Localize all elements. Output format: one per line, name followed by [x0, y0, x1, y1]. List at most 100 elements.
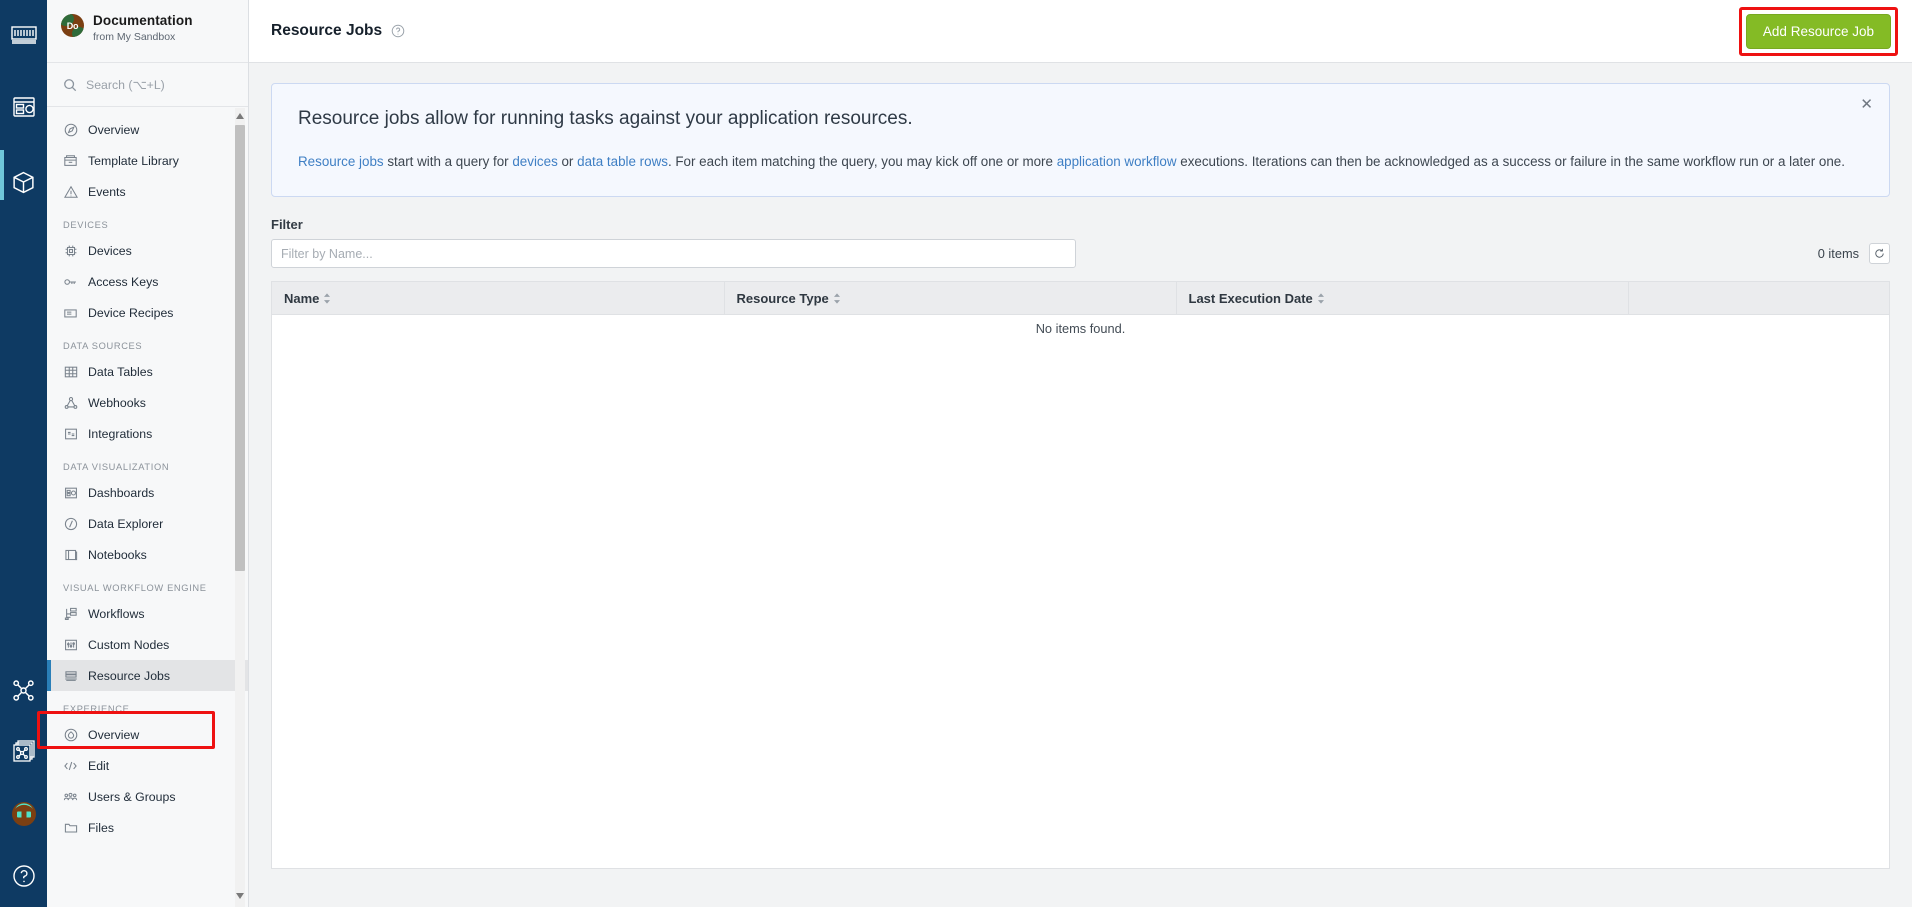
sidebar-section-data-sources: DATA SOURCES [63, 341, 143, 351]
column-header-resource-type[interactable]: Resource Type [724, 281, 1177, 315]
help-circle-icon[interactable] [391, 24, 405, 38]
sidebar-item-label: Overview [88, 122, 140, 137]
sidebar-item-label: Workflows [88, 606, 145, 621]
stacked-nodes-rail-icon[interactable] [0, 721, 47, 783]
sidebar-item-integrations[interactable]: Integrations [47, 418, 248, 449]
sidebar-item-access-keys[interactable]: Access Keys [47, 266, 248, 297]
data-explorer-compass-icon [63, 516, 78, 531]
sidebar-scrollbar-thumb[interactable] [235, 125, 245, 571]
add-button-highlight-annotation: Add Resource Job [1738, 6, 1898, 56]
files-folder-icon [63, 820, 78, 835]
scroll-up-arrow-icon[interactable] [235, 110, 245, 122]
sidebar-item-overview[interactable]: Overview [47, 114, 248, 145]
sidebar-item-label: Webhooks [88, 395, 146, 410]
sidebar-item-label: Device Recipes [88, 305, 174, 320]
sidebar-item-data-explorer[interactable]: Data Explorer [47, 508, 248, 539]
sidebar-section-data-visualization: DATA VISUALIZATION [63, 462, 170, 472]
cube-rail-icon[interactable] [0, 144, 47, 220]
sidebar-item-data-tables[interactable]: Data Tables [47, 356, 248, 387]
sidebar-item-label: Notebooks [88, 547, 147, 562]
banner-heading: Resource jobs allow for running tasks ag… [298, 108, 913, 129]
column-header-last-execution-date[interactable]: Last Execution Date [1176, 281, 1629, 315]
data-table-rows-link[interactable]: data table rows [577, 154, 668, 169]
sidebar-item-files[interactable]: Files [47, 812, 248, 843]
sidebar-nav: Overview Template Library Events DEVICES [47, 108, 248, 907]
page-title: Resource Jobs [271, 22, 383, 39]
resource-jobs-table-card: Name Resource Type Last Execution Date N… [271, 281, 1890, 869]
help-rail-icon[interactable] [0, 845, 47, 907]
sidebar-item-label: Devices [88, 243, 132, 258]
sidebar-item-webhooks[interactable]: Webhooks [47, 387, 248, 418]
table-body: No items found. [272, 315, 1889, 345]
resource-jobs-icon [63, 668, 78, 683]
info-banner: ✕ Resource jobs allow for running tasks … [271, 83, 1890, 197]
sidebar-item-label: Edit [88, 758, 110, 773]
page-content: ✕ Resource jobs allow for running tasks … [249, 63, 1912, 869]
sidebar-search[interactable]: Search (⌥+L) [47, 63, 248, 107]
application-workflow-link[interactable]: application workflow [1057, 154, 1177, 169]
table-empty-row: No items found. [272, 315, 1889, 345]
sidebar-item-edit[interactable]: Edit [47, 750, 248, 781]
sidebar-section-experience: EXPERIENCE [63, 704, 130, 714]
sidebar-item-device-recipes[interactable]: Device Recipes [47, 297, 248, 328]
custom-nodes-icon [63, 637, 78, 652]
app-sidebar: Do Documentation from My Sandbox Search … [47, 0, 249, 907]
access-keys-icon [63, 274, 78, 289]
overview-icon [63, 122, 78, 137]
sidebar-item-users-groups[interactable]: Users & Groups [47, 781, 248, 812]
edit-code-icon [63, 758, 78, 773]
avatar-initials: Do [66, 20, 79, 31]
integrations-icon [63, 426, 78, 441]
experience-overview-icon [63, 727, 78, 742]
template-library-icon [63, 153, 78, 168]
app-header[interactable]: Do Documentation from My Sandbox [47, 0, 248, 63]
users-groups-icon [63, 789, 78, 804]
sidebar-item-workflows[interactable]: Workflows [47, 598, 248, 629]
device-chip-icon [63, 243, 78, 258]
close-icon[interactable]: ✕ [1860, 97, 1873, 112]
dashboards-icon [63, 485, 78, 500]
sidebar-item-label: Files [88, 820, 114, 835]
sidebar-item-custom-nodes[interactable]: Custom Nodes [47, 629, 248, 660]
filter-row: 0 items [271, 239, 1890, 268]
sidebar-item-template-library[interactable]: Template Library [47, 145, 248, 176]
app-avatar: Do [61, 14, 84, 37]
column-header-name[interactable]: Name [272, 281, 725, 315]
filter-input[interactable] [271, 239, 1076, 268]
devices-link[interactable]: devices [512, 154, 557, 169]
dashboard-rail-icon[interactable] [0, 70, 47, 144]
scroll-down-arrow-icon[interactable] [235, 890, 245, 902]
weg-logo-icon[interactable] [0, 0, 47, 70]
banner-text-2: or [557, 154, 578, 169]
avatar-rail-icon[interactable] [0, 783, 47, 845]
column-header-actions [1628, 281, 1889, 315]
sort-icon[interactable] [323, 292, 331, 304]
search-icon [63, 78, 77, 92]
sidebar-item-experience-overview[interactable]: Overview [47, 719, 248, 750]
data-tables-grid-icon [63, 364, 78, 379]
sidebar-item-label: Custom Nodes [88, 637, 170, 652]
events-warning-icon [63, 184, 78, 199]
sidebar-item-devices[interactable]: Devices [47, 235, 248, 266]
sidebar-item-dashboards[interactable]: Dashboards [47, 477, 248, 508]
icon-rail [0, 0, 47, 907]
sidebar-item-label: Users & Groups [88, 789, 176, 804]
table-header-row: Name Resource Type Last Execution Date [272, 281, 1889, 315]
sidebar-item-label: Overview [88, 727, 140, 742]
sort-icon[interactable] [1317, 292, 1325, 304]
refresh-icon[interactable] [1869, 243, 1890, 264]
resource-jobs-link[interactable]: Resource jobs [298, 154, 384, 169]
banner-text-3: . For each item matching the query, you … [667, 154, 1057, 169]
sort-icon[interactable] [833, 292, 841, 304]
sidebar-item-notebooks[interactable]: Notebooks [47, 539, 248, 570]
sidebar-item-events[interactable]: Events [47, 176, 248, 207]
sidebar-item-resource-jobs[interactable]: Resource Jobs [47, 660, 248, 691]
sidebar-section-devices: DEVICES [63, 220, 109, 230]
nodes-rail-icon[interactable] [0, 659, 47, 721]
add-resource-job-button[interactable]: Add Resource Job [1745, 13, 1891, 49]
webhooks-icon [63, 395, 78, 410]
app-subtitle: from My Sandbox [93, 31, 176, 43]
sidebar-item-label: Data Explorer [88, 516, 164, 531]
search-placeholder: Search (⌥+L) [86, 77, 165, 92]
resource-jobs-table: Name Resource Type Last Execution Date N… [272, 281, 1889, 345]
